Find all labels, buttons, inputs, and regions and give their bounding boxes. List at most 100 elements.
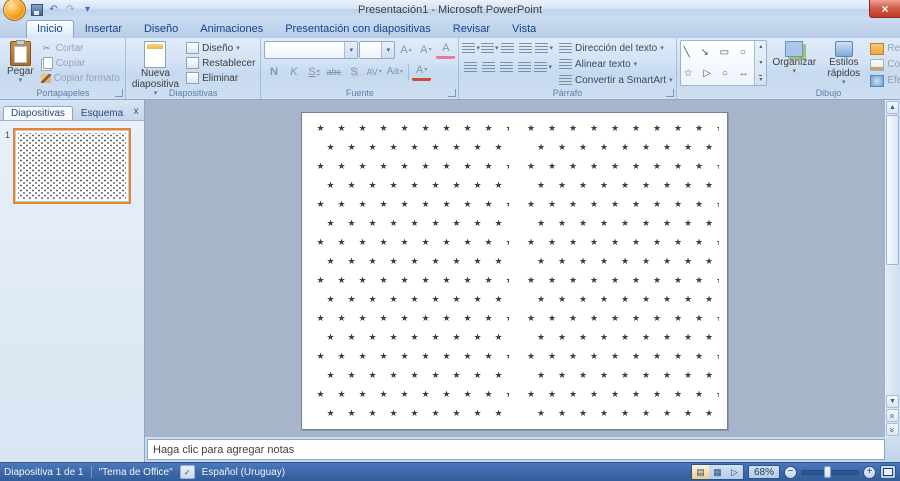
copy-icon <box>42 57 53 69</box>
zoom-out-button[interactable]: − <box>784 465 797 479</box>
previous-slide-button[interactable]: « <box>886 409 899 422</box>
new-slide-button[interactable]: Nueva diapositiva ▾ <box>129 40 182 98</box>
text-shadow-button[interactable]: S <box>344 64 363 80</box>
next-slide-button[interactable]: » <box>886 423 899 436</box>
font-size-combo[interactable]: ▾ <box>359 40 396 59</box>
align-left-button[interactable] <box>462 59 479 75</box>
shapes-gallery-scrollbar[interactable]: ▴ ▾ ▾ <box>754 41 767 85</box>
delete-label: Eliminar <box>202 72 239 84</box>
tab-insertar[interactable]: Insertar <box>74 20 133 38</box>
zoom-slider-thumb[interactable] <box>824 465 831 478</box>
format-painter-label: Copiar formato <box>53 72 120 84</box>
tab-revisar[interactable]: Revisar <box>442 20 501 38</box>
format-painter-icon <box>40 73 51 83</box>
scroll-up-button[interactable]: ▲ <box>886 101 899 114</box>
text-direction-button[interactable]: Dirección del texto ▾ <box>558 41 673 56</box>
quick-styles-button[interactable]: Estilos rápidos ▾ <box>821 40 866 87</box>
tab-presentacion[interactable]: Presentación con diapositivas <box>274 20 442 38</box>
align-center-icon <box>482 61 496 73</box>
align-text-dropdown-icon: ▾ <box>633 61 638 68</box>
vertical-scrollbar[interactable]: ▲ ▼ « » <box>884 100 900 437</box>
italic-button[interactable]: K <box>284 64 303 80</box>
pane-tab-esquema[interactable]: Esquema <box>73 106 131 120</box>
arrange-dropdown-icon: ▾ <box>792 68 797 75</box>
shapes-gallery[interactable]: ╲ ↘ ▭ ○ □ ◇ ☆ ▷ ○ ↔ + ▴ ▾ ▾ <box>679 40 768 86</box>
close-button[interactable]: × <box>869 0 900 18</box>
tab-vista[interactable]: Vista <box>501 20 547 38</box>
format-painter-button[interactable]: Copiar formato <box>39 71 122 85</box>
numbering-icon <box>480 42 494 54</box>
normal-view-button[interactable]: ▤ <box>691 465 709 479</box>
notes-pane[interactable]: Haga clic para agregar notas <box>147 439 885 460</box>
strikethrough-button[interactable]: abc <box>324 64 343 80</box>
ribbon-tab-bar: Inicio Insertar Diseño Animaciones Prese… <box>0 19 900 38</box>
increase-indent-button[interactable] <box>517 40 534 56</box>
fit-to-window-button[interactable] <box>880 465 896 479</box>
shrink-font-button[interactable]: A ▾ <box>416 42 435 58</box>
layout-button[interactable]: Diseño ▾ <box>184 41 257 55</box>
font-color-button[interactable]: A ▾ <box>412 62 432 81</box>
font-name-combo[interactable]: ▾ <box>264 40 359 59</box>
tab-inicio[interactable]: Inicio <box>26 20 74 38</box>
scroll-down-button[interactable]: ▼ <box>886 395 899 408</box>
arrange-button[interactable]: Organizar ▾ <box>769 40 819 76</box>
reset-button[interactable]: Restablecer <box>184 56 257 70</box>
slideshow-view-button[interactable]: ▷ <box>726 465 743 479</box>
zoom-in-button[interactable]: + <box>863 465 876 479</box>
undo-button[interactable]: ↶ <box>46 2 61 17</box>
tab-diseno[interactable]: Diseño <box>133 20 189 38</box>
tab-animaciones[interactable]: Animaciones <box>189 20 274 38</box>
fuente-dialog-launcher[interactable] <box>448 89 457 97</box>
slide-thumbnail[interactable] <box>13 128 132 204</box>
proofing-icon[interactable]: ✓ <box>179 465 195 479</box>
paste-button[interactable]: Pegar ▾ <box>4 40 37 85</box>
titlebar: ↶ ↷ ▾ Presentación1 - Microsoft PowerPoi… <box>0 0 900 21</box>
cut-label: Cortar <box>55 42 84 54</box>
portapapeles-dialog-launcher[interactable] <box>114 89 123 97</box>
redo-button[interactable]: ↷ <box>63 2 78 17</box>
align-right-button[interactable] <box>498 59 515 75</box>
clear-formatting-button[interactable]: A <box>436 40 456 59</box>
fit-icon <box>883 468 893 476</box>
change-case-button[interactable]: Aa ▾ <box>385 64 405 80</box>
shape-effects-button[interactable]: Efectos de forma ▾ <box>870 73 900 88</box>
delete-slide-button[interactable]: Eliminar <box>184 71 257 85</box>
bullets-button[interactable]: ▾ <box>462 40 480 56</box>
shape-outline-button[interactable]: Contorno de forma ▾ <box>870 57 900 72</box>
language-indicator[interactable]: Español (Uruguay) <box>202 467 285 478</box>
numbering-button[interactable]: ▾ <box>480 40 498 56</box>
grow-font-button[interactable]: A ▴ <box>396 42 415 58</box>
pane-close-button[interactable]: x <box>131 105 141 118</box>
shape-fill-button[interactable]: Relleno de forma ▾ <box>870 41 900 56</box>
qat-customize-button[interactable]: ▾ <box>80 2 95 17</box>
pane-tab-diapositivas[interactable]: Diapositivas <box>3 106 73 120</box>
underline-button[interactable]: S ▾ <box>304 64 323 80</box>
slide-canvas[interactable]: ★ ★ ★ ★ ★ ★ ★ ★ ★ ★ ★ ★ ★ ★ ★ ★ ★ ★ ★ ★ ★ ★ ★ ★ ★ ★ ★ ★ ★ ★ ★ ★ ★ ★ ★ ★ ★ ★ ★ ★… <box>301 112 728 430</box>
previous-slide-icon: « <box>887 412 898 419</box>
character-spacing-button[interactable]: AV ▾ <box>364 64 383 80</box>
zoom-level[interactable]: 68% <box>747 465 780 479</box>
arrange-icon <box>785 41 804 57</box>
copy-button[interactable]: Copiar <box>39 56 122 70</box>
line-spacing-button[interactable]: ▾ <box>535 40 553 56</box>
columns-button[interactable]: ▾ <box>534 59 552 75</box>
status-bar: Diapositiva 1 de 1 "Tema de Office" ✓ Es… <box>0 462 900 481</box>
new-slide-dropdown-icon: ▾ <box>153 90 158 97</box>
group-diapositivas: Nueva diapositiva ▾ Diseño ▾ Restablecer… <box>126 38 262 99</box>
align-center-button[interactable] <box>480 59 497 75</box>
reset-icon <box>186 57 200 69</box>
copy-label: Copiar <box>55 57 86 69</box>
parrafo-dialog-launcher[interactable] <box>665 89 674 97</box>
bold-button[interactable]: N <box>264 64 283 80</box>
cut-button[interactable]: ✂ Cortar <box>39 41 122 55</box>
align-text-button[interactable]: Alinear texto ▾ <box>558 57 673 72</box>
office-button[interactable] <box>3 0 26 21</box>
convert-smartart-button[interactable]: Convertir a SmartArt ▾ <box>558 73 673 88</box>
justify-button[interactable] <box>516 59 533 75</box>
decrease-indent-button[interactable] <box>499 40 516 56</box>
save-button[interactable] <box>29 2 44 17</box>
slide-sorter-view-button[interactable]: ▦ <box>709 465 726 479</box>
scrollbar-thumb[interactable] <box>886 115 899 265</box>
group-label-portapapeles: Portapapeles <box>36 88 90 98</box>
zoom-slider[interactable] <box>801 465 859 478</box>
